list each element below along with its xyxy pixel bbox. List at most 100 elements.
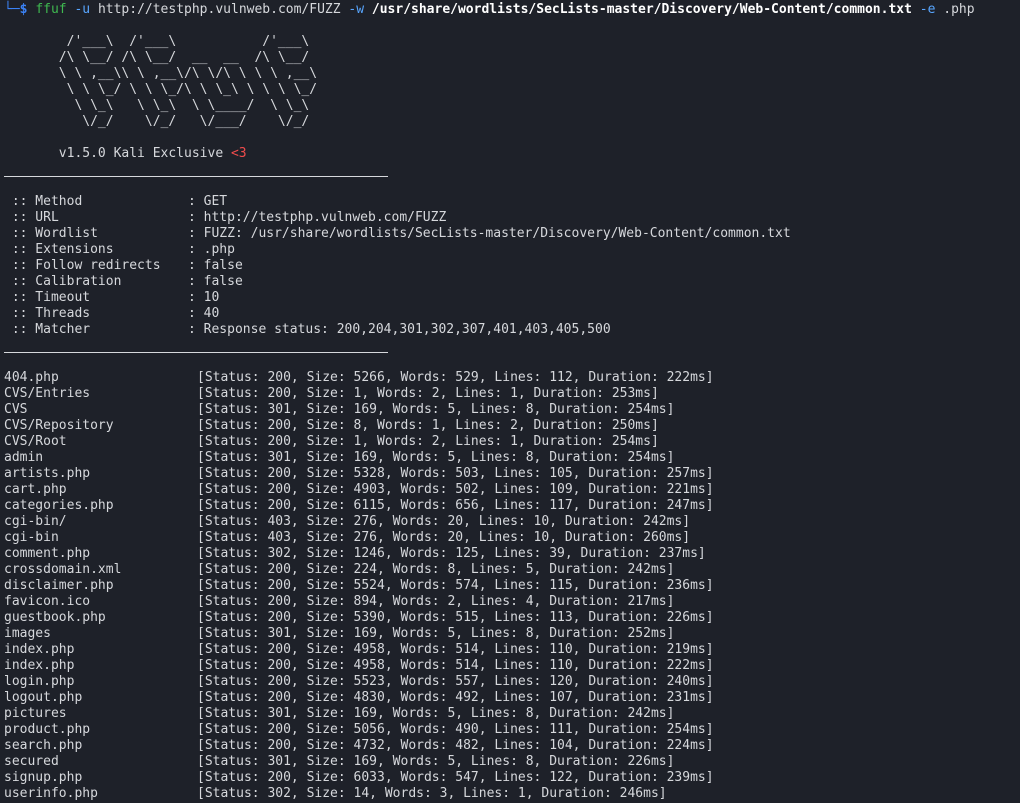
result-path: CVS/Repository (4, 418, 114, 433)
config-value: : GET (188, 194, 228, 209)
command-url: http://testphp.vulnweb.com/FUZZ (97, 2, 341, 17)
result-info: [Status: 200, Size: 6033, Words: 547, Li… (197, 770, 714, 785)
result-path: categories.php (4, 498, 114, 513)
result-row: crossdomain.xml [Status: 200, Size: 224, … (4, 562, 674, 578)
result-row: 404.php [Status: 200, Size: 5266, Words: … (4, 370, 714, 386)
result-info: [Status: 200, Size: 5056, Words: 490, Li… (197, 722, 714, 737)
result-row: cgi-bin [Status: 403, Size: 276, Words: 2… (4, 530, 690, 546)
result-row: product.php [Status: 200, Size: 5056, Wor… (4, 722, 714, 738)
result-path: userinfo.php (4, 786, 98, 801)
config-row: :: URL: http://testphp.vulnweb.com/FUZZ (4, 210, 446, 226)
result-info: [Status: 403, Size: 276, Words: 20, Line… (197, 530, 691, 545)
result-path: artists.php (4, 466, 91, 481)
config-row: :: Timeout: 10 (4, 290, 220, 306)
result-info: [Status: 200, Size: 5524, Words: 574, Li… (197, 578, 714, 593)
result-row: images [Status: 301, Size: 169, Words: 5,… (4, 626, 674, 642)
command-wordlist-path: /usr/share/wordlists/SecLists-master/Dis… (371, 2, 912, 17)
result-row: disclaimer.php [Status: 200, Size: 5524, … (4, 578, 714, 594)
result-info: [Status: 200, Size: 4830, Words: 492, Li… (197, 690, 714, 705)
config-key: :: Calibration (4, 274, 122, 289)
result-info: [Status: 301, Size: 169, Words: 5, Lines… (197, 450, 675, 465)
result-path: disclaimer.php (4, 578, 114, 593)
result-info: [Status: 200, Size: 8, Words: 1, Lines: … (197, 418, 659, 433)
config-row: :: Wordlist : FUZZ: /usr/share/wordlists/… (4, 226, 791, 242)
version-line: v1.5.0 Kali Exclusive <3 (4, 146, 247, 162)
command-line: └─$ ffuf -u http://testphp.vulnweb.com/F… (4, 2, 975, 18)
banner-art-line: \ \ \_/ \ \ \_/\ \ \_\ \ \ \ \_/ (4, 82, 318, 97)
result-path: images (4, 626, 51, 641)
flag-e: -e (919, 2, 936, 17)
config-value: : Response status: 200,204,301,302,307,4… (188, 322, 611, 337)
result-info: [Status: 200, Size: 5266, Words: 529, Li… (197, 370, 714, 385)
config-key: :: Follow redirects (4, 258, 161, 273)
config-row: :: Follow redirects : false (4, 258, 243, 274)
result-info: [Status: 200, Size: 224, Words: 8, Lines… (197, 562, 675, 577)
config-row: :: Method: GET (4, 194, 227, 210)
prompt-symbol: $ (19, 2, 28, 17)
result-info: [Status: 301, Size: 169, Words: 5, Lines… (197, 626, 675, 641)
result-path: favicon.ico (4, 594, 91, 609)
result-row: index.php [Status: 200, Size: 4958, Words… (4, 658, 714, 674)
result-info: [Status: 403, Size: 276, Words: 20, Line… (197, 514, 691, 529)
config-value: : 10 (188, 290, 220, 305)
config-value: : false (188, 258, 243, 273)
config-value: : FUZZ: /usr/share/wordlists/SecLists-ma… (188, 226, 791, 241)
result-path: CVS (4, 402, 28, 417)
result-row: comment.php [Status: 302, Size: 1246, Wor… (4, 546, 706, 562)
result-path: 404.php (4, 370, 59, 385)
result-row: artists.php [Status: 200, Size: 5328, Wor… (4, 466, 714, 482)
result-row: CVS/Repository [Status: 200, Size: 8, Wor… (4, 418, 659, 434)
result-info: [Status: 200, Size: 6115, Words: 656, Li… (197, 498, 714, 513)
result-path: login.php (4, 674, 75, 689)
prompt-corner: └─ (4, 2, 20, 17)
config-value: : false (188, 274, 243, 289)
config-key: :: Extensions (4, 242, 114, 257)
config-value: : .php (188, 242, 235, 257)
result-path: index.php (4, 658, 75, 673)
config-row: :: Threads : 40 (4, 306, 220, 322)
flag-u: -u (74, 2, 91, 17)
result-row: admin [Status: 301, Size: 169, Words: 5, … (4, 450, 674, 466)
result-row: cgi-bin/ [Status: 403, Size: 276, Words: … (4, 514, 690, 530)
banner-art-line: \ \_\ \ \_\ \ \____/ \ \_\ (4, 98, 310, 113)
config-key: :: Threads (4, 306, 91, 321)
result-row: userinfo.php [Status: 302, Size: 14, Word… (4, 786, 667, 802)
result-path: pictures (4, 706, 67, 721)
divider-bottom (4, 352, 388, 353)
command-extension: .php (943, 2, 975, 17)
result-info: [Status: 200, Size: 5328, Words: 503, Li… (197, 466, 714, 481)
result-path: secured (4, 754, 59, 769)
result-row: guestbook.php [Status: 200, Size: 5390, W… (4, 610, 714, 626)
result-path: search.php (4, 738, 83, 753)
result-path: cgi-bin (4, 530, 59, 545)
result-path: CVS/Root (4, 434, 67, 449)
result-row: login.php [Status: 200, Size: 5523, Words… (4, 674, 714, 690)
result-info: [Status: 200, Size: 4958, Words: 514, Li… (197, 642, 714, 657)
result-path: admin (4, 450, 44, 465)
result-info: [Status: 302, Size: 1246, Words: 125, Li… (197, 546, 706, 561)
result-row: CVS/Entries [Status: 200, Size: 1, Words:… (4, 386, 659, 402)
result-path: index.php (4, 642, 75, 657)
terminal-window[interactable]: └─$ ffuf -u http://testphp.vulnweb.com/F… (0, 0, 1020, 803)
version-text: v1.5.0 Kali Exclusive (4, 146, 231, 161)
result-row: CVS [Status: 301, Size: 169, Words: 5, Li… (4, 402, 674, 418)
banner-art-line: /'___\ /'___\ /'___\ (4, 34, 310, 49)
result-path: crossdomain.xml (4, 562, 122, 577)
result-info: [Status: 200, Size: 5523, Words: 557, Li… (197, 674, 714, 689)
config-key: :: Wordlist (4, 226, 98, 241)
result-row: categories.php [Status: 200, Size: 6115, … (4, 498, 714, 514)
result-row: logout.php [Status: 200, Size: 4830, Word… (4, 690, 714, 706)
result-row: cart.php [Status: 200, Size: 4903, Words:… (4, 482, 714, 498)
result-info: [Status: 200, Size: 4958, Words: 514, Li… (197, 658, 714, 673)
heart-text: <3 (230, 146, 247, 161)
banner-art-line: \ \ ,__\\ \ ,__\/\ \/\ \ \ \ ,__\ (4, 66, 318, 81)
result-info: [Status: 301, Size: 169, Words: 5, Lines… (197, 754, 675, 769)
result-info: [Status: 301, Size: 169, Words: 5, Lines… (197, 706, 675, 721)
config-value: : 40 (188, 306, 220, 321)
config-value: : http://testphp.vulnweb.com/FUZZ (188, 210, 447, 225)
result-path: product.php (4, 722, 91, 737)
config-row: :: Calibration : false (4, 274, 243, 290)
result-row: index.php [Status: 200, Size: 4958, Words… (4, 642, 714, 658)
flag-w: -w (348, 2, 365, 17)
result-path: cart.php (4, 482, 67, 497)
